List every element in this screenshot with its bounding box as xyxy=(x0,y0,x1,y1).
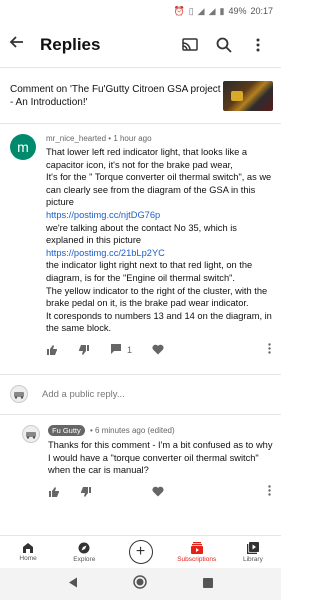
compass-icon xyxy=(78,542,90,556)
back-arrow-icon[interactable] xyxy=(8,34,30,55)
more-vert-icon[interactable] xyxy=(241,38,275,52)
more-vert-icon[interactable] xyxy=(268,485,271,498)
tab-subscriptions[interactable]: Subscriptions xyxy=(169,536,225,568)
heart-icon[interactable] xyxy=(152,486,164,497)
vibrate-icon: ▯ xyxy=(188,5,194,16)
cast-icon[interactable] xyxy=(173,37,207,53)
clock: 20:17 xyxy=(250,6,273,16)
comment-age: 6 minutes ago (edited) xyxy=(95,425,175,435)
comment-line: the indicator light right next to that r… xyxy=(46,260,253,283)
main-comment: m mr_nice_hearted • 1 hour ago That lowe… xyxy=(0,124,281,365)
battery-level: 49% xyxy=(228,6,247,16)
tab-label: Explore xyxy=(73,555,96,563)
comment-text: Thanks for this comment - I'm a bit conf… xyxy=(48,439,273,476)
nav-back-icon[interactable] xyxy=(68,575,78,593)
nav-home-icon[interactable] xyxy=(133,574,148,594)
reply-comment: Fu Gutty • 6 minutes ago (edited) Thanks… xyxy=(0,415,281,507)
tab-create[interactable]: + xyxy=(112,536,168,568)
status-bar: ⏰ ▯ ◢ ◢ ▮ 49% 20:17 xyxy=(0,0,281,22)
tab-label: Home xyxy=(19,555,37,562)
battery-icon: ▮ xyxy=(219,5,225,16)
comment-line: That lower left red indicator light, tha… xyxy=(46,147,248,170)
video-thumbnail[interactable] xyxy=(223,80,273,111)
video-reference[interactable]: Comment on 'The Fu'Gutty Citroen GSA pro… xyxy=(0,68,281,124)
nav-recents-icon[interactable] xyxy=(203,575,214,593)
create-icon: + xyxy=(128,540,153,564)
comment-meta: Fu Gutty • 6 minutes ago (edited) xyxy=(48,424,273,437)
divider xyxy=(0,364,281,375)
add-reply-row[interactable]: Add a public reply... xyxy=(0,375,281,415)
library-icon xyxy=(246,541,259,556)
reply-count: 1 xyxy=(127,344,133,355)
comment-line: It's for the " Torque converter oil ther… xyxy=(46,172,272,208)
wifi-icon: ◢ xyxy=(197,5,205,16)
avatar[interactable]: m xyxy=(10,134,36,160)
comment-on-text: Comment on 'The Fu'Gutty Citroen GSA pro… xyxy=(10,83,221,108)
bottom-nav: Home Explore + Subscriptions Library xyxy=(0,535,281,568)
app-bar: Replies xyxy=(0,22,281,68)
comment-text: That lower left red indicator light, tha… xyxy=(46,146,273,335)
comment-line: It coresponds to numbers 13 and 14 on th… xyxy=(46,310,272,334)
comment-link[interactable]: https://postimg.cc/21bLp2YC xyxy=(46,247,273,260)
thumbs-down-icon[interactable] xyxy=(78,344,90,356)
search-icon[interactable] xyxy=(207,37,241,53)
subscriptions-icon xyxy=(190,541,203,556)
system-nav-bar xyxy=(0,568,281,600)
tab-library[interactable]: Library xyxy=(225,536,281,568)
home-icon xyxy=(22,542,34,555)
comment-age: 1 hour ago xyxy=(113,134,152,143)
tab-label: Library xyxy=(242,555,263,563)
comment-line: The yellow indicator to the right of the… xyxy=(46,285,268,309)
avatar xyxy=(10,385,28,404)
comment-icon xyxy=(110,343,122,357)
page-title: Replies xyxy=(40,34,101,54)
comment-link[interactable]: https://postimg.cc/njtDG76p xyxy=(46,209,273,222)
comment-actions xyxy=(48,477,273,507)
more-vert-icon[interactable] xyxy=(268,343,271,356)
avatar[interactable] xyxy=(22,424,40,443)
heart-icon[interactable] xyxy=(152,344,164,355)
thumbs-down-icon[interactable] xyxy=(80,486,92,498)
tab-label: Subscriptions xyxy=(177,555,217,563)
comment-meta: mr_nice_hearted • 1 hour ago xyxy=(46,134,152,143)
author-badge[interactable]: Fu Gutty xyxy=(48,424,85,436)
alarm-icon: ⏰ xyxy=(173,5,185,16)
tab-home[interactable]: Home xyxy=(0,536,56,568)
comment-actions: 1 xyxy=(46,335,273,365)
comment-line: we're talking about the contact No 35, w… xyxy=(46,222,237,246)
reply-button[interactable]: 1 xyxy=(110,343,132,357)
thumbs-up-icon[interactable] xyxy=(46,344,58,356)
tab-explore[interactable]: Explore xyxy=(56,536,112,568)
signal-icon: ◢ xyxy=(208,5,216,16)
reply-input[interactable]: Add a public reply... xyxy=(42,389,125,400)
thumbs-up-icon[interactable] xyxy=(48,486,60,498)
comment-author: mr_nice_hearted xyxy=(46,134,107,143)
